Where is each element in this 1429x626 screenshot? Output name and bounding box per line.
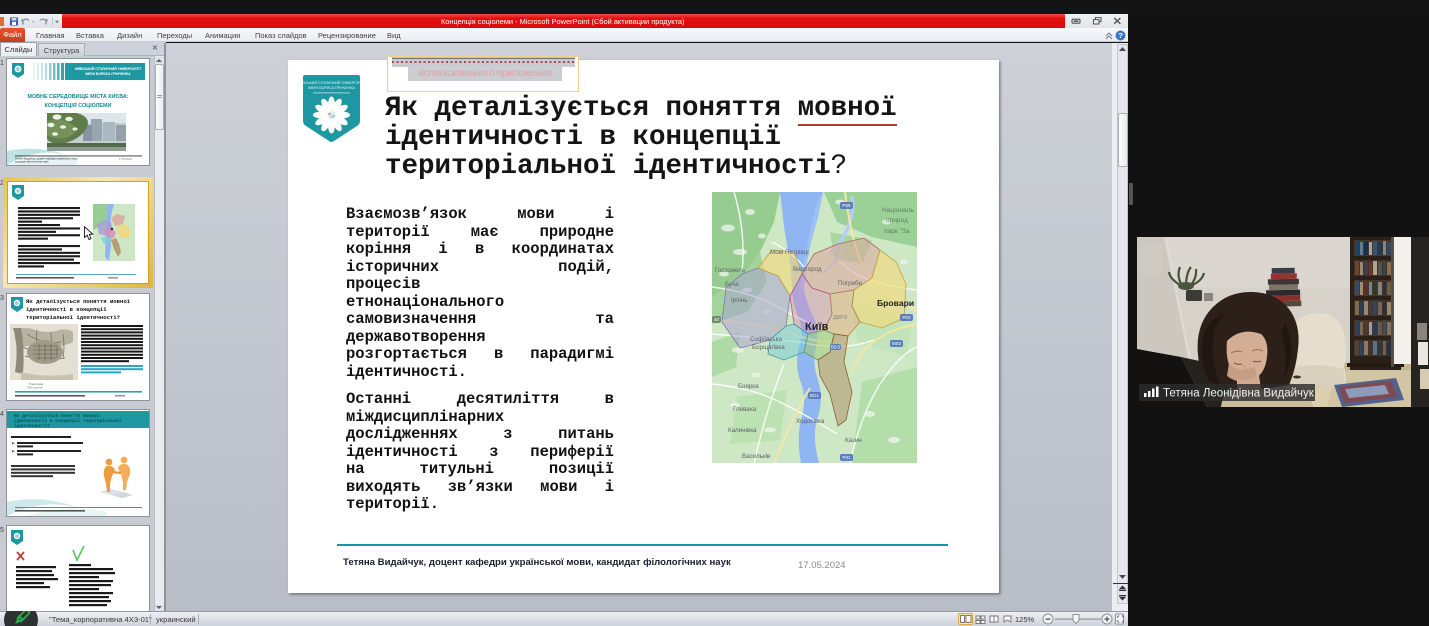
svg-text:КИЇВСЬКИЙ СТОЛИЧНИЙ УНІВЕРСИТЕ: КИЇВСЬКИЙ СТОЛИЧНИЙ УНІВЕРСИТЕТ (75, 67, 143, 71)
svg-text:Р03: Р03 (902, 315, 911, 320)
svg-text:План Києва: План Києва (29, 382, 44, 386)
svg-text:КИЇВСЬКИЙ СТОЛИЧНИЙ УНІВЕРСИТЕ: КИЇВСЬКИЙ СТОЛИЧНИЙ УНІВЕРСИТЕТ (303, 81, 360, 85)
svg-text:Софіївська: Софіївська (750, 336, 782, 343)
svg-text:ІМЕНІ БОРИСА ГРІНЧЕНКА: ІМЕНІ БОРИСА ГРІНЧЕНКА (308, 86, 355, 90)
svg-text:Р69: Р69 (842, 203, 851, 208)
svg-text:КОНЦЕПЦІЯ СОЦІОЛЕМИ: КОНЦЕПЦІЯ СОЦІОЛЕМИ (45, 103, 112, 109)
svg-text:Калинівка: Калинівка (728, 427, 757, 434)
svg-text:ДВРЗ: ДВРЗ (833, 315, 847, 321)
svg-text:Буча: Буча (725, 281, 739, 288)
svg-text:Вишгород: Вишгород (793, 266, 822, 273)
svg-text:Погреби: Погреби (838, 280, 863, 287)
svg-text:М03: М03 (892, 341, 901, 346)
svg-text:Ходосівка: Ходосівка (796, 418, 825, 425)
svg-text:Бровари: Бровари (877, 298, 914, 308)
svg-text:Як деталізується поняття мовно: Як деталізується поняття мовної (26, 298, 131, 305)
svg-text:125%: 125% (1015, 615, 1035, 624)
svg-text:Боярка: Боярка (738, 383, 759, 390)
svg-text:МОВНЕ СЕРЕДОВИЩЕ МІСТА КИЄВА:: МОВНЕ СЕРЕДОВИЩЕ МІСТА КИЄВА: (27, 94, 128, 100)
svg-text:Національ: Національ (882, 206, 914, 214)
svg-text:XVII століття: XVII століття (27, 386, 43, 390)
svg-text:Тетяна Леонідівна Видайчук: Тетяна Леонідівна Видайчук (1163, 388, 1315, 400)
svg-text:Глеваха: Глеваха (733, 406, 757, 413)
svg-text:ВОЗ: ВОЗ (831, 345, 840, 350)
svg-text:територіальної ідентичності?: територіальної ідентичності? (26, 314, 121, 321)
svg-text:Ірпінь: Ірпінь (731, 297, 748, 304)
svg-text:17.05.2024: 17.05.2024 (119, 157, 133, 161)
svg-text:ідентичності в концепції: ідентичності в концепції (26, 306, 107, 313)
svg-text:Борщагівка: Борщагівка (752, 344, 785, 351)
svg-text:Мові Петрівці: Мові Петрівці (770, 249, 809, 256)
svg-text:Київ: Київ (805, 321, 829, 333)
svg-text:ВО1: ВО1 (810, 393, 819, 398)
svg-text:природ: природ (886, 217, 908, 224)
svg-text:кандидат філологічних наук: кандидат філологічних наук (15, 160, 49, 164)
svg-text:ідентичності?: ідентичності? (14, 423, 50, 429)
svg-text:парк "За: парк "За (884, 228, 910, 235)
svg-text:?: ? (1118, 31, 1123, 40)
svg-text:40: 40 (714, 317, 720, 322)
svg-text:Гостомель: Гостомель (715, 267, 745, 274)
svg-text:Р01: Р01 (842, 455, 851, 460)
svg-text:ІМЕНІ БОРИСА ГРІНЧЕНКА: ІМЕНІ БОРИСА ГРІНЧЕНКА (85, 72, 131, 76)
svg-text:Казин: Казин (845, 437, 862, 444)
svg-text:Васильків: Васильків (742, 453, 771, 460)
